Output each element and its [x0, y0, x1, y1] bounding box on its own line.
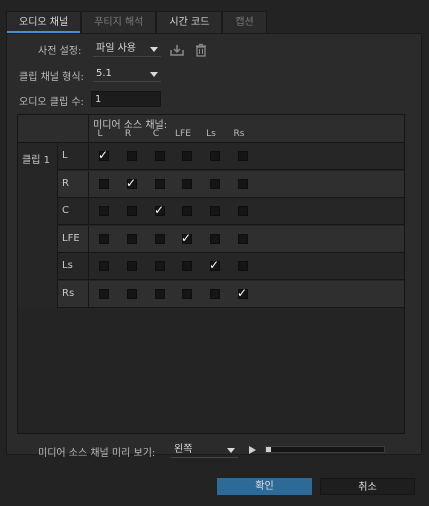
- checkmark-icon: ✓: [126, 175, 137, 190]
- chevron-down-icon: [227, 448, 235, 453]
- row-channel-label: R: [58, 170, 89, 197]
- column-header-rs: Rs: [233, 129, 245, 139]
- ok-button[interactable]: 확인: [217, 478, 312, 495]
- chevron-down-icon: [150, 47, 158, 52]
- clip-column: [18, 143, 58, 309]
- column-header-ls: Ls: [206, 129, 216, 139]
- checkmark-icon: ✓: [237, 286, 248, 300]
- checkbox-ls-rs[interactable]: [238, 261, 248, 272]
- row-channel-label: Ls: [58, 253, 89, 280]
- checkbox-l-rs[interactable]: [238, 151, 248, 161]
- preset-label: 사전 설정:: [38, 46, 82, 57]
- chevron-down-icon: [150, 72, 158, 77]
- checkbox-lfe-lfe[interactable]: ✓: [181, 230, 192, 245]
- channel-mapping-grid: 미디어 소스 채널: L R C LFE Ls Rs 클립 1 L ✓ R ✓ C ✓ LF…: [17, 114, 405, 434]
- checkbox-c-lfe[interactable]: [182, 206, 192, 217]
- checkbox-rs-l[interactable]: [99, 289, 109, 299]
- column-header-c: C: [152, 129, 160, 139]
- preset-dropdown[interactable]: 파일 사용: [93, 41, 161, 57]
- preview-channel-dropdown[interactable]: 왼쪽: [171, 442, 238, 458]
- checkbox-rs-ls[interactable]: [210, 289, 220, 299]
- tab-timecode[interactable]: 시간 코드: [156, 11, 223, 33]
- checkbox-ls-c[interactable]: [155, 261, 165, 272]
- audio-clip-count-label: 오디오 클립 수:: [19, 97, 84, 108]
- clip-channel-format-dropdown[interactable]: 5.1: [93, 66, 161, 82]
- checkbox-r-r[interactable]: ✓: [126, 175, 137, 190]
- checkbox-l-r[interactable]: [127, 151, 137, 161]
- preset-value: 파일 사용: [96, 43, 136, 54]
- checkbox-r-rs[interactable]: [238, 178, 248, 189]
- checkmark-icon: ✓: [154, 203, 165, 218]
- checkbox-ls-l[interactable]: [99, 261, 109, 272]
- clip-channel-format-label: 클립 채널 형식:: [19, 72, 84, 83]
- mapping-row-rs: Rs ✓: [58, 281, 404, 308]
- checkmark-icon: ✓: [98, 148, 109, 162]
- checkbox-ls-lfe[interactable]: [182, 261, 192, 272]
- checkbox-lfe-ls[interactable]: [210, 233, 220, 244]
- checkbox-rs-c[interactable]: [155, 289, 165, 299]
- checkbox-l-l[interactable]: ✓: [98, 148, 109, 162]
- checkbox-c-rs[interactable]: [238, 206, 248, 217]
- checkbox-c-ls[interactable]: [210, 206, 220, 217]
- trash-icon[interactable]: [194, 43, 208, 57]
- checkbox-c-r[interactable]: [127, 206, 137, 217]
- mapping-row-ls: Ls ✓: [58, 253, 404, 281]
- checkbox-rs-lfe[interactable]: [182, 289, 192, 299]
- column-header-r: R: [124, 129, 132, 139]
- cancel-button[interactable]: 취소: [320, 478, 415, 495]
- grid-header: 미디어 소스 채널: L R C LFE Ls Rs: [89, 115, 404, 143]
- row-channel-label: L: [58, 143, 89, 169]
- mapping-row-lfe: LFE ✓: [58, 225, 404, 253]
- tab-footage-interpretation[interactable]: 푸티지 해석: [81, 11, 157, 33]
- checkbox-lfe-r[interactable]: [127, 233, 137, 244]
- row-channel-label: LFE: [58, 225, 89, 252]
- checkbox-r-ls[interactable]: [210, 178, 220, 189]
- checkbox-l-lfe[interactable]: [182, 151, 192, 161]
- checkbox-ls-ls[interactable]: ✓: [209, 258, 220, 273]
- checkmark-icon: ✓: [181, 230, 192, 245]
- checkbox-l-c[interactable]: [155, 151, 165, 161]
- clip-channel-format-value: 5.1: [96, 68, 112, 79]
- preview-channel-value: 왼쪽: [174, 444, 193, 455]
- preview-progress-slider[interactable]: [265, 446, 385, 453]
- play-icon[interactable]: [249, 446, 256, 454]
- checkbox-l-ls[interactable]: [210, 151, 220, 161]
- checkbox-rs-rs[interactable]: ✓: [237, 286, 248, 300]
- checkbox-r-lfe[interactable]: [182, 178, 192, 189]
- row-channel-label: Rs: [58, 281, 89, 307]
- checkbox-r-l[interactable]: [99, 178, 109, 189]
- mapping-row-c: C ✓: [58, 198, 404, 226]
- mapping-row-l: L ✓: [58, 143, 404, 170]
- checkmark-icon: ✓: [209, 258, 220, 273]
- checkbox-lfe-rs[interactable]: [238, 233, 248, 244]
- tab-bar: 오디오 채널 푸티지 해석 시간 코드 캡션: [6, 11, 267, 33]
- preview-label: 미디어 소스 채널 미리 보기:: [38, 448, 156, 459]
- tab-captions[interactable]: 캡션: [222, 11, 267, 33]
- clip-label: 클립 1: [22, 155, 50, 166]
- column-header-l: L: [97, 129, 103, 139]
- row-channel-label: C: [58, 198, 89, 225]
- grid-header-corner: [18, 115, 89, 143]
- checkbox-c-l[interactable]: [99, 206, 109, 217]
- checkbox-lfe-c[interactable]: [155, 233, 165, 244]
- checkbox-rs-r[interactable]: [127, 289, 137, 299]
- preview-progress-fill: [266, 447, 271, 452]
- audio-clip-count-input[interactable]: 1: [91, 91, 161, 107]
- save-preset-icon[interactable]: [170, 43, 184, 57]
- checkbox-lfe-l[interactable]: [99, 233, 109, 244]
- checkbox-c-c[interactable]: ✓: [154, 203, 165, 218]
- checkbox-r-c[interactable]: [155, 178, 165, 189]
- mapping-row-r: R ✓: [58, 170, 404, 198]
- checkbox-ls-r[interactable]: [127, 261, 137, 272]
- column-header-lfe: LFE: [175, 129, 191, 139]
- tab-audio-channels[interactable]: 오디오 채널: [6, 11, 82, 33]
